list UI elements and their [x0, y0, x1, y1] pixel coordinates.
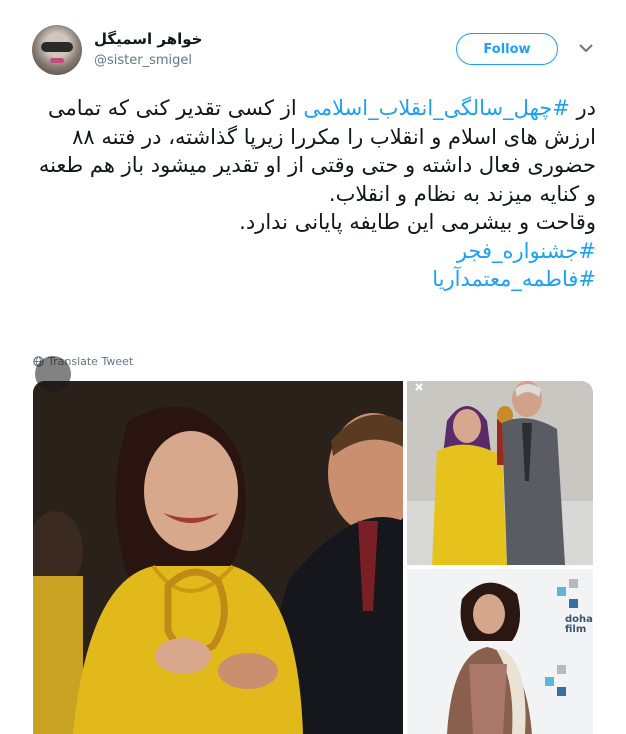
- avatar-mouth: [50, 58, 64, 63]
- tweet-prefix: در: [569, 96, 597, 120]
- overlay-circle: [35, 356, 71, 392]
- tweet-paragraph-3: #جشنواره_فجر: [30, 237, 596, 266]
- tweet-text: در #چهل_سالگی_انقلاب_اسلامی از کسی تقدیر…: [30, 94, 596, 294]
- close-icon-svg: [415, 383, 423, 391]
- award-stage-photo[interactable]: [407, 381, 593, 565]
- tweet-paragraph-1: در #چهل_سالگی_انقلاب_اسلامی از کسی تقدیر…: [30, 94, 596, 208]
- doha-event-illustration: [407, 569, 593, 734]
- hashtag-link-3[interactable]: #فاطمه_معتمدآریا: [432, 267, 596, 291]
- doha-film-event-photo[interactable]: doha film: [407, 569, 593, 734]
- hashtag-link-1[interactable]: #چهل_سالگی_انقلاب_اسلامی: [303, 96, 569, 120]
- display-name[interactable]: خواهر اسمیگل: [94, 30, 203, 48]
- chevron-down-svg: [579, 44, 593, 53]
- tweet-paragraph-2: وقاحت و بیشرمی این طایفه پایانی ندارد.: [239, 210, 596, 234]
- chevron-down-icon[interactable]: [578, 40, 594, 56]
- user-handle[interactable]: @sister_smigel: [94, 53, 192, 68]
- hashtag-link-2[interactable]: #جشنواره_فجر: [457, 239, 596, 263]
- tweet-paragraph-4: #فاطمه_معتمدآریا: [30, 265, 596, 294]
- avatar-glasses: [41, 42, 73, 52]
- follow-button[interactable]: Follow: [456, 33, 558, 65]
- avatar[interactable]: [32, 25, 82, 75]
- award-ceremony-photo[interactable]: [33, 381, 403, 734]
- award-ceremony-illustration: [33, 381, 403, 734]
- doha-logo-text: doha film: [565, 614, 593, 635]
- close-icon[interactable]: [414, 377, 424, 391]
- award-stage-illustration: [407, 381, 593, 565]
